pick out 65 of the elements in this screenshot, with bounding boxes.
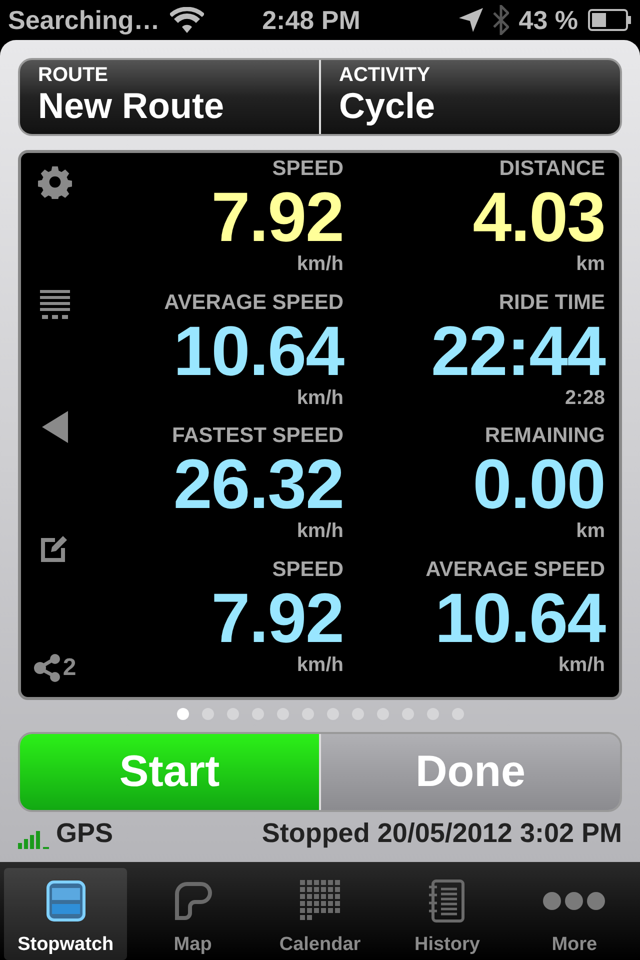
page-dot[interactable] <box>176 708 188 720</box>
gps-label: GPS <box>56 818 114 848</box>
bluetooth-icon <box>492 5 509 35</box>
share-count: 2 <box>62 654 76 682</box>
route-icon <box>172 880 213 922</box>
tab[interactable]: More <box>512 868 636 960</box>
clock-text: 2:48 PM <box>261 4 362 36</box>
tab[interactable]: Map <box>131 868 254 960</box>
page-dot[interactable] <box>452 708 464 720</box>
location-icon <box>458 8 483 32</box>
page-dot[interactable] <box>426 708 438 720</box>
carrier-text: Searching… <box>8 4 160 36</box>
page-dot[interactable] <box>226 708 238 720</box>
metric-value: 10.64 <box>173 314 344 386</box>
field-label: ACTIVITY <box>339 64 432 87</box>
metric-value: 22:44 <box>430 314 605 386</box>
metric-label: DISTANCE <box>499 157 605 181</box>
page-dot[interactable] <box>402 708 414 720</box>
list-icon[interactable] <box>40 290 70 320</box>
field-value[interactable]: New Route <box>38 87 301 125</box>
settings-icon[interactable] <box>38 165 72 199</box>
page-dot[interactable] <box>376 708 388 720</box>
metric-unit: km/h <box>296 654 344 676</box>
metric-label: SPEED <box>272 558 344 582</box>
metric-value: 7.92 <box>211 582 344 654</box>
metric-value: 26.32 <box>173 448 344 520</box>
metric-label: AVERAGE SPEED <box>164 290 344 314</box>
metric-unit: km <box>576 520 605 542</box>
page-dot[interactable] <box>202 708 214 720</box>
metric-value: 4.03 <box>472 181 605 253</box>
metric-label: AVERAGE SPEED <box>426 558 605 582</box>
metric-value: 7.92 <box>211 181 344 253</box>
metric-unit: km/h <box>296 520 344 542</box>
tab[interactable]: Stopwatch <box>4 868 128 960</box>
stopped-status: Stopped 20/05/2012 3:02 PM <box>262 818 622 848</box>
page-dot[interactable] <box>252 708 264 720</box>
page-dot[interactable] <box>302 708 314 720</box>
notebook-icon <box>427 879 468 923</box>
metric-label: RIDE TIME <box>498 290 605 314</box>
page-dot[interactable] <box>352 708 364 720</box>
metric-label: FASTEST SPEED <box>172 424 344 448</box>
share-icon[interactable] <box>32 653 61 683</box>
battery-percent: 43 % <box>518 4 578 36</box>
more-icon <box>542 890 606 912</box>
calendar-icon <box>300 880 340 922</box>
tab[interactable]: History <box>386 868 509 960</box>
metric-value: 10.64 <box>434 582 605 654</box>
field-value[interactable]: Cycle <box>339 87 602 125</box>
battery-icon <box>588 9 632 31</box>
stopwatch-icon <box>46 880 86 922</box>
edit-icon[interactable] <box>40 534 68 562</box>
wifi-icon <box>170 7 204 33</box>
metric-unit: km/h <box>296 386 344 408</box>
metric-unit: km/h <box>296 253 344 275</box>
back-icon[interactable] <box>42 411 68 443</box>
tab[interactable]: Calendar <box>258 868 382 960</box>
metric-unit: km <box>576 253 605 275</box>
metric-unit: 2:28 <box>564 386 605 408</box>
metric-label: REMAINING <box>484 424 605 448</box>
metric-unit: km/h <box>558 654 605 676</box>
metric-value: 0.00 <box>472 448 605 520</box>
field-label: ROUTE <box>38 64 109 87</box>
metric-label: SPEED <box>272 157 344 181</box>
page-dot[interactable] <box>326 708 338 720</box>
page-dot[interactable] <box>276 708 288 720</box>
